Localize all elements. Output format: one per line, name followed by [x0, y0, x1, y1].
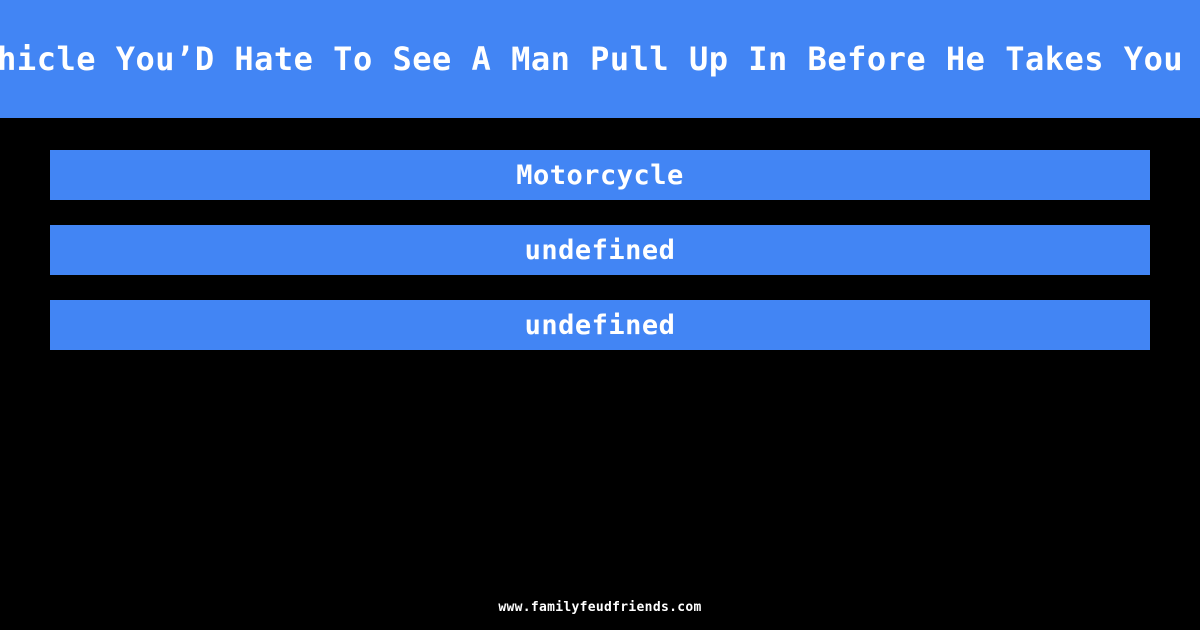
answer-label: Motorcycle: [516, 159, 684, 191]
question-banner: Name A Vehicle You’D Hate To See A Man P…: [0, 0, 1200, 118]
answer-row[interactable]: undefined: [50, 225, 1150, 275]
answer-label: undefined: [524, 309, 676, 341]
footer: www.familyfeudfriends.com: [0, 596, 1200, 615]
answer-label: undefined: [524, 234, 676, 266]
answer-row[interactable]: undefined: [50, 300, 1150, 350]
answers-list: Motorcycle undefined undefined: [50, 150, 1150, 375]
answer-row[interactable]: Motorcycle: [50, 150, 1150, 200]
site-url: www.familyfeudfriends.com: [498, 600, 702, 615]
question-text: Name A Vehicle You’D Hate To See A Man P…: [0, 40, 1200, 78]
